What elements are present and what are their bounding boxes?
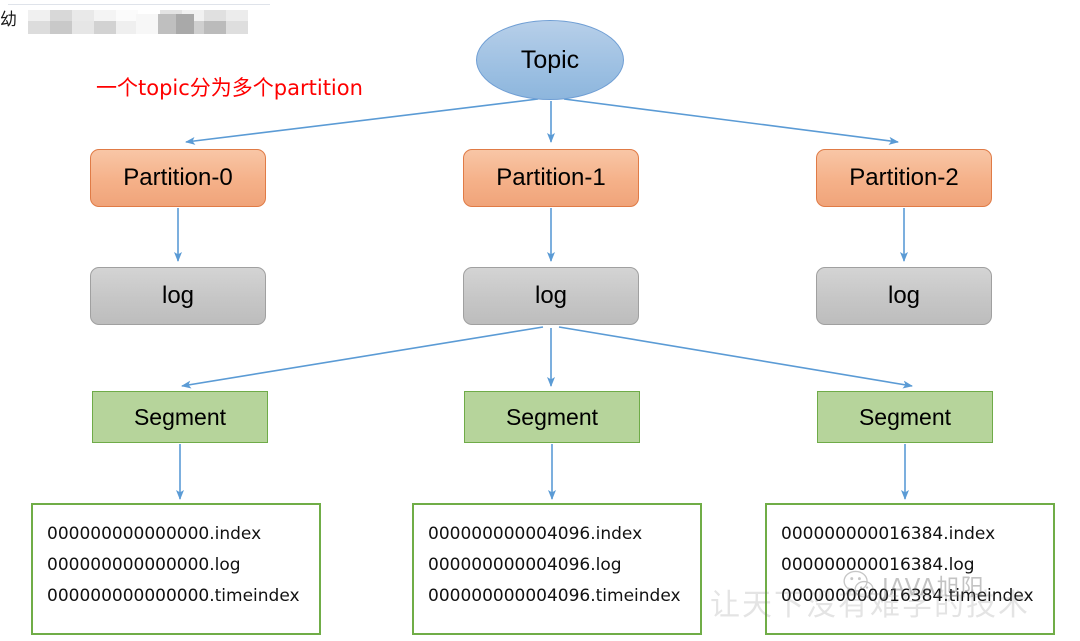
node-segment-1[interactable]: Segment: [464, 391, 640, 443]
redacted-partial-glyph: 幼: [0, 10, 17, 30]
node-log-0[interactable]: log: [90, 267, 266, 325]
node-log-1-label: log: [534, 282, 568, 309]
node-topic-label: Topic: [520, 45, 580, 74]
edge-topic-to-partition-0: [185, 98, 539, 145]
node-segment-2[interactable]: Segment: [817, 391, 993, 443]
file-list-item: 000000000016384.log: [781, 555, 975, 575]
node-log-2[interactable]: log: [816, 267, 992, 325]
file-list-segment-0: 000000000000000.index 000000000000000.lo…: [31, 503, 321, 635]
file-list-segment-2: 000000000016384.index 000000000016384.lo…: [765, 503, 1055, 635]
file-list-item: 000000000004096.timeindex: [428, 586, 681, 606]
file-list-segment-1: 000000000004096.index 000000000004096.lo…: [412, 503, 702, 635]
node-log-2-label: log: [887, 282, 921, 309]
diagram-canvas: 幼 一个topic分为多个partition Topic Partition-0…: [0, 0, 1080, 641]
file-list-item: 000000000016384.index: [781, 524, 996, 544]
node-partition-2[interactable]: Partition-2: [816, 149, 992, 207]
node-segment-2-label: Segment: [858, 403, 952, 430]
node-segment-1-label: Segment: [505, 403, 599, 430]
node-segment-0[interactable]: Segment: [92, 391, 268, 443]
node-partition-1-label: Partition-1: [496, 164, 606, 191]
file-list-item: 000000000016384.timeindex: [781, 586, 1034, 606]
node-partition-2-label: Partition-2: [849, 164, 959, 191]
file-list-item: 000000000000000.timeindex: [47, 586, 300, 606]
node-partition-1[interactable]: Partition-1: [463, 149, 639, 207]
node-partition-0-label: Partition-0: [123, 164, 233, 191]
edge-topic-to-partition-2: [563, 98, 899, 145]
file-list-item: 000000000000000.log: [47, 555, 241, 575]
header-rule: [8, 4, 270, 5]
edge-log-1-to-segment-0: [181, 326, 544, 389]
edge-log-1-to-segment-2: [558, 326, 913, 389]
file-list-item: 000000000004096.log: [428, 555, 622, 575]
node-topic[interactable]: Topic: [476, 20, 624, 100]
node-partition-0[interactable]: Partition-0: [90, 149, 266, 207]
node-segment-0-label: Segment: [133, 403, 227, 430]
file-list-item: 000000000000000.index: [47, 524, 262, 544]
file-list-item: 000000000004096.index: [428, 524, 643, 544]
redacted-mosaic-region: [6, 6, 268, 40]
annotation-topic-partitions: 一个topic分为多个partition: [96, 76, 363, 100]
node-log-1[interactable]: log: [463, 267, 639, 325]
node-log-0-label: log: [161, 282, 195, 309]
